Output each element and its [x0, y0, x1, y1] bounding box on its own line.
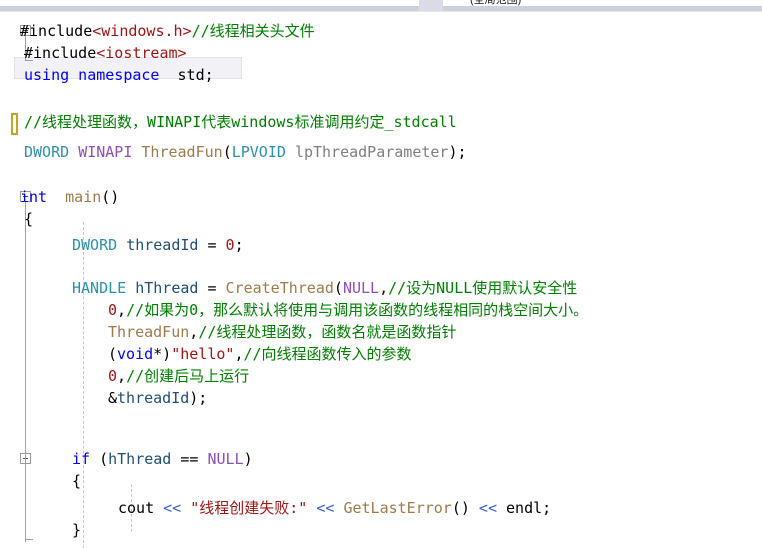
- code-token: =: [198, 279, 226, 297]
- code-token: #include: [24, 44, 97, 62]
- code-token: ,: [379, 279, 389, 297]
- code-token: {: [24, 210, 34, 228]
- code-line[interactable]: using namespace std;: [0, 64, 214, 86]
- code-token: (: [108, 345, 118, 363]
- code-token: //创建后马上运行: [126, 367, 250, 385]
- nav-scope-combo[interactable]: [419, 0, 443, 11]
- code-token: <windows.h>: [92, 22, 192, 40]
- code-token: "hello": [171, 345, 235, 363]
- code-token: WINAPI: [78, 143, 133, 161]
- code-editor-surface[interactable]: #include<windows.h>//线程相关头文件 #include<ios…: [0, 12, 762, 548]
- code-token: (): [451, 499, 470, 517]
- code-token: if: [72, 450, 91, 468]
- code-token: (: [90, 450, 109, 468]
- code-line[interactable]: {: [0, 208, 33, 230]
- code-token: <<: [154, 499, 191, 517]
- code-line[interactable]: &threadId);: [0, 387, 207, 409]
- code-line[interactable]: HANDLE hThread = CreateThread(NULL,//设为N…: [0, 277, 577, 299]
- code-token: LPVOID: [231, 143, 286, 161]
- nav-scope-label: (全局范围): [470, 0, 522, 6]
- code-line[interactable]: 0,//如果为0，那么默认将使用与调用该函数的线程相同的栈空间大小。: [0, 299, 588, 321]
- code-token: ): [243, 450, 253, 468]
- code-token: #include: [20, 22, 93, 40]
- code-line[interactable]: cout << "线程创建失败:" << GetLastError() << e…: [0, 497, 551, 519]
- code-token: using namespace: [24, 66, 160, 84]
- code-token: ,: [189, 323, 199, 341]
- code-token: //线程处理函数，WINAPI代表windows标准调用约定_stdcall: [24, 113, 457, 131]
- code-token: ;: [234, 236, 244, 254]
- code-line[interactable]: //线程处理函数，WINAPI代表windows标准调用约定_stdcall: [0, 111, 457, 133]
- code-token: endl: [506, 499, 543, 517]
- code-token: NULL: [207, 450, 244, 468]
- code-token: cout: [118, 499, 155, 517]
- code-line[interactable]: if (hThread == NULL): [0, 448, 253, 470]
- code-token: <<: [307, 499, 344, 517]
- code-token: (: [222, 143, 232, 161]
- editor-navigation-bar[interactable]: (全局范围): [0, 0, 762, 11]
- code-line[interactable]: }: [0, 519, 81, 541]
- code-line[interactable]: int main(): [0, 186, 119, 208]
- code-token: lpThreadParameter: [294, 143, 449, 161]
- code-token: 0: [225, 236, 235, 254]
- code-token: main: [65, 188, 102, 206]
- code-token: void: [117, 345, 154, 363]
- code-line[interactable]: #include<iostream>: [0, 42, 187, 64]
- code-token: ;: [542, 499, 552, 517]
- code-line[interactable]: {: [0, 470, 81, 492]
- code-token: 0: [108, 367, 118, 385]
- code-line[interactable]: #include<windows.h>//线程相关头文件: [0, 20, 315, 42]
- code-token: //如果为0，那么默认将使用与调用该函数的线程相同的栈空间大小。: [126, 301, 589, 319]
- code-token: }: [72, 521, 82, 539]
- code-token: {: [72, 472, 82, 490]
- code-token: NULL: [342, 279, 380, 297]
- code-token: //线程相关头文件: [191, 22, 315, 40]
- code-token: ThreadFun: [108, 323, 190, 341]
- code-token: *): [153, 345, 172, 363]
- code-line[interactable]: [0, 256, 81, 278]
- code-token: threadId: [126, 236, 199, 254]
- code-token: hThread: [135, 279, 199, 297]
- code-token: //线程处理函数，函数名就是函数指针: [198, 323, 457, 341]
- code-token: );: [448, 143, 467, 161]
- code-token: //向线程函数传入的参数: [243, 345, 412, 363]
- code-token: GetLastError: [343, 499, 452, 517]
- code-token: DWORD: [24, 143, 70, 161]
- code-token: int: [20, 188, 48, 206]
- code-token: 0: [108, 301, 118, 319]
- code-line[interactable]: DWORD WINAPI ThreadFun(LPVOID lpThreadPa…: [0, 141, 467, 163]
- code-token: threadId: [117, 389, 190, 407]
- code-line[interactable]: ThreadFun,//线程处理函数，函数名就是函数指针: [0, 321, 456, 343]
- code-token: hThread: [108, 450, 172, 468]
- code-line[interactable]: 0,//创建后马上运行: [0, 365, 249, 387]
- code-token: <<: [469, 499, 507, 517]
- code-token: //设为NULL使用默认安全性: [388, 279, 578, 297]
- code-token: DWORD: [72, 236, 118, 254]
- code-line[interactable]: [0, 86, 33, 108]
- code-line[interactable]: (void*)"hello",//向线程函数传入的参数: [0, 343, 412, 365]
- code-token: HANDLE: [72, 279, 127, 297]
- code-token: &: [108, 389, 118, 407]
- code-token: ==: [171, 450, 208, 468]
- code-token: CreateThread: [225, 279, 334, 297]
- code-line[interactable]: DWORD threadId = 0;: [0, 234, 244, 256]
- code-token: ,: [117, 367, 127, 385]
- code-line[interactable]: [0, 163, 33, 185]
- code-token: "线程创建失败:": [190, 499, 308, 517]
- code-token: ThreadFun: [141, 143, 223, 161]
- code-token: std;: [159, 66, 214, 84]
- code-token: ,: [117, 301, 127, 319]
- code-token: );: [189, 389, 208, 407]
- code-line[interactable]: [0, 409, 117, 431]
- code-token: (): [101, 188, 120, 206]
- code-token: <iostream>: [96, 44, 187, 62]
- code-token: =: [198, 236, 226, 254]
- code-token: (: [333, 279, 343, 297]
